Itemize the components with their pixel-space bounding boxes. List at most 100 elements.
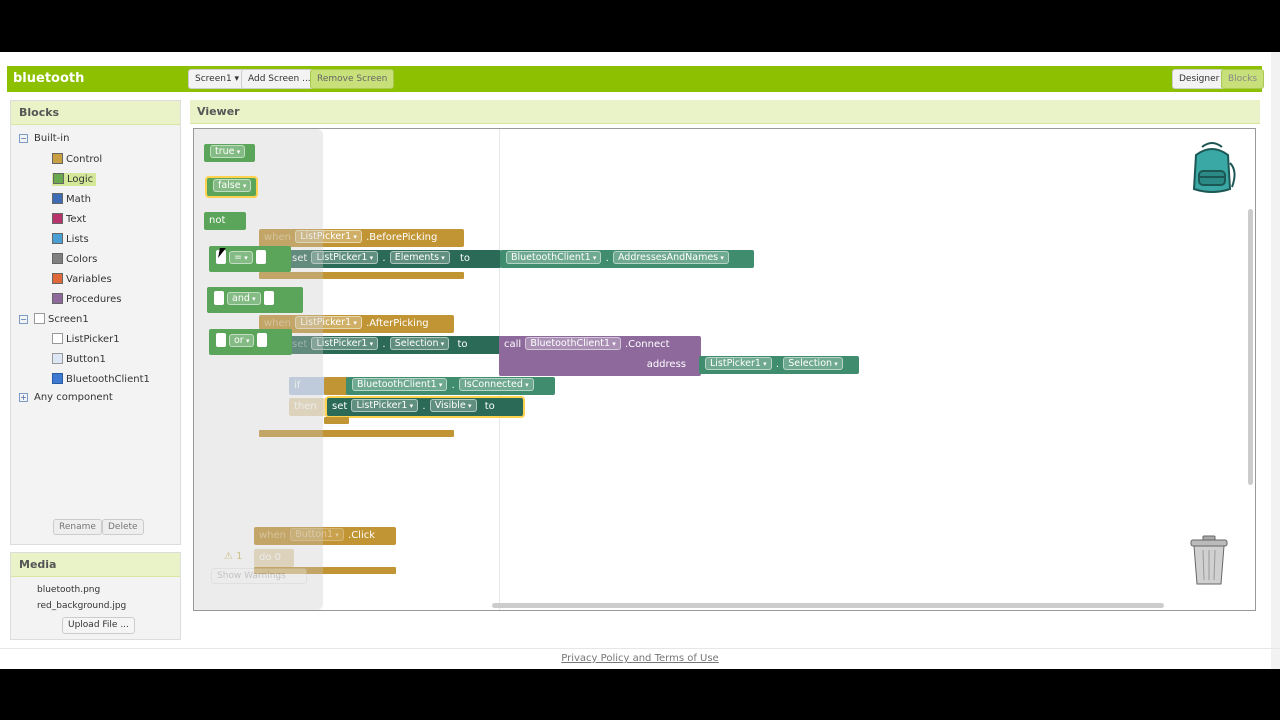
event-label: .BeforePicking: [366, 232, 438, 243]
rename-button[interactable]: Rename: [53, 519, 102, 535]
property-dropdown[interactable]: Selection: [389, 337, 450, 350]
to-label: to: [457, 339, 468, 350]
math-swatch-icon: [52, 193, 63, 204]
media-panel-title: Media: [11, 553, 180, 577]
tree-item-label: Logic: [67, 174, 94, 185]
flyout-not-block[interactable]: not: [204, 212, 246, 230]
flyout-or-block[interactable]: or: [209, 329, 292, 355]
property-dropdown[interactable]: Selection: [783, 357, 843, 370]
input-socket: [216, 333, 226, 347]
screen-select-button[interactable]: Screen1 ▾: [188, 69, 247, 89]
flyout-false-block[interactable]: false: [207, 178, 256, 196]
logic-op-dropdown[interactable]: or: [229, 334, 255, 347]
component-dropdown[interactable]: ListPicker1: [705, 357, 772, 370]
to-label: to: [459, 253, 470, 264]
tree-builtin[interactable]: − Built-in: [19, 133, 69, 144]
app-root: bluetooth Screen1 ▾ Add Screen ... Remov…: [0, 52, 1280, 669]
privacy-policy-link[interactable]: Privacy Policy and Terms of Use: [561, 653, 718, 664]
add-screen-button[interactable]: Add Screen ...: [241, 69, 318, 89]
delete-button[interactable]: Delete: [102, 519, 144, 535]
property-dropdown[interactable]: Visible: [429, 399, 477, 412]
viewer-title: Viewer: [190, 100, 1260, 124]
input-socket: [257, 333, 268, 347]
flyout-and-block[interactable]: and: [207, 287, 303, 313]
tree-item-label: Text: [66, 214, 87, 225]
workspace-horizontal-scrollbar[interactable]: [492, 603, 1164, 608]
expand-icon[interactable]: +: [19, 392, 28, 402]
button-icon: [52, 353, 63, 364]
tree-item-label: ListPicker1: [66, 334, 120, 345]
set-label: set: [332, 401, 348, 412]
bool-dropdown[interactable]: true: [210, 145, 246, 158]
screen-icon: [34, 313, 45, 324]
listpicker-selection-block[interactable]: ListPicker1 . Selection: [699, 356, 859, 374]
control-swatch-icon: [52, 153, 63, 164]
blocks-button[interactable]: Blocks: [1221, 69, 1265, 89]
lists-swatch-icon: [52, 233, 63, 244]
tree-item-button1[interactable]: Button1: [52, 353, 106, 365]
to-label: to: [484, 401, 495, 412]
show-warnings-button[interactable]: Show Warnings: [211, 568, 307, 584]
designer-button[interactable]: Designer: [1172, 69, 1227, 89]
warning-icon: ⚠: [224, 551, 233, 562]
tree-item-label: Variables: [66, 274, 112, 285]
logic-swatch-icon: [53, 173, 64, 184]
property-dropdown[interactable]: IsConnected: [458, 378, 534, 391]
component-dropdown[interactable]: BluetoothClient1: [352, 378, 448, 391]
component-dropdown[interactable]: BluetoothClient1: [506, 251, 602, 264]
tree-item-math[interactable]: Math: [52, 193, 91, 205]
page-scrollbar[interactable]: [1271, 52, 1280, 669]
tree-item-logic[interactable]: Logic: [52, 173, 97, 186]
is-connected-block[interactable]: BluetoothClient1 . IsConnected: [346, 377, 555, 395]
tree-item-text[interactable]: Text: [52, 213, 86, 225]
call-label: call: [504, 339, 522, 350]
project-title: bluetooth: [13, 71, 85, 86]
screen-label: Screen1: [48, 314, 89, 325]
bt-addresses-block[interactable]: BluetoothClient1 . AddressesAndNames: [500, 250, 754, 268]
blocks-panel-title: Blocks: [11, 101, 180, 125]
tree-item-lists[interactable]: Lists: [52, 233, 89, 245]
set-visible-block[interactable]: set ListPicker1 . Visible to: [327, 398, 523, 416]
tree-item-variables[interactable]: Variables: [52, 273, 112, 285]
builtin-label: Built-in: [34, 133, 70, 144]
bool-dropdown[interactable]: false: [213, 179, 252, 192]
colors-swatch-icon: [52, 253, 63, 264]
component-dropdown[interactable]: BluetoothClient1: [525, 337, 621, 350]
property-dropdown[interactable]: Elements: [389, 251, 450, 264]
call-connect-block[interactable]: call BluetoothClient1 .Connect address: [499, 336, 701, 376]
input-socket: [263, 291, 274, 305]
media-file[interactable]: red_background.jpg: [37, 601, 126, 611]
tree-item-label: Button1: [66, 354, 106, 365]
tree-item-label: Procedures: [66, 294, 122, 305]
property-dropdown[interactable]: AddressesAndNames: [612, 251, 729, 264]
flyout-true-block[interactable]: true: [204, 144, 255, 162]
remove-screen-button[interactable]: Remove Screen: [310, 69, 395, 89]
tree-item-label: BluetoothClient1: [66, 374, 150, 385]
media-file[interactable]: bluetooth.png: [37, 585, 100, 595]
warning-indicator[interactable]: ⚠ 1: [224, 551, 243, 562]
if-bottom-bar: [324, 417, 349, 424]
upload-file-button[interactable]: Upload File ...: [62, 617, 135, 634]
tree-screen1[interactable]: − Screen1: [19, 313, 89, 325]
collapse-icon[interactable]: −: [19, 314, 28, 324]
tree-any-component[interactable]: + Any component: [19, 392, 113, 403]
tree-item-bluetoothclient1[interactable]: BluetoothClient1: [52, 373, 150, 385]
collapse-icon[interactable]: −: [19, 133, 28, 143]
workspace-vertical-scrollbar[interactable]: [1248, 209, 1253, 485]
trash-icon[interactable]: [1188, 534, 1230, 586]
tree-item-label: Math: [66, 194, 92, 205]
screen-select-label: Screen1: [195, 74, 232, 84]
tree-item-procedures[interactable]: Procedures: [52, 293, 121, 305]
event-label: .AfterPicking: [366, 318, 429, 329]
compare-dropdown[interactable]: =: [229, 251, 253, 264]
logic-op-dropdown[interactable]: and: [227, 292, 261, 305]
tree-item-listpicker1[interactable]: ListPicker1: [52, 333, 120, 345]
top-toolbar: bluetooth Screen1 ▾ Add Screen ... Remov…: [7, 66, 1265, 92]
tree-item-control[interactable]: Control: [52, 153, 102, 165]
component-dropdown[interactable]: ListPicker1: [351, 399, 419, 412]
backpack-icon[interactable]: [1184, 141, 1240, 197]
not-label: not: [209, 215, 226, 226]
blocks-workspace[interactable]: when ListPicker1 .BeforePicking set List…: [193, 128, 1256, 611]
variables-swatch-icon: [52, 273, 63, 284]
tree-item-colors[interactable]: Colors: [52, 253, 97, 265]
